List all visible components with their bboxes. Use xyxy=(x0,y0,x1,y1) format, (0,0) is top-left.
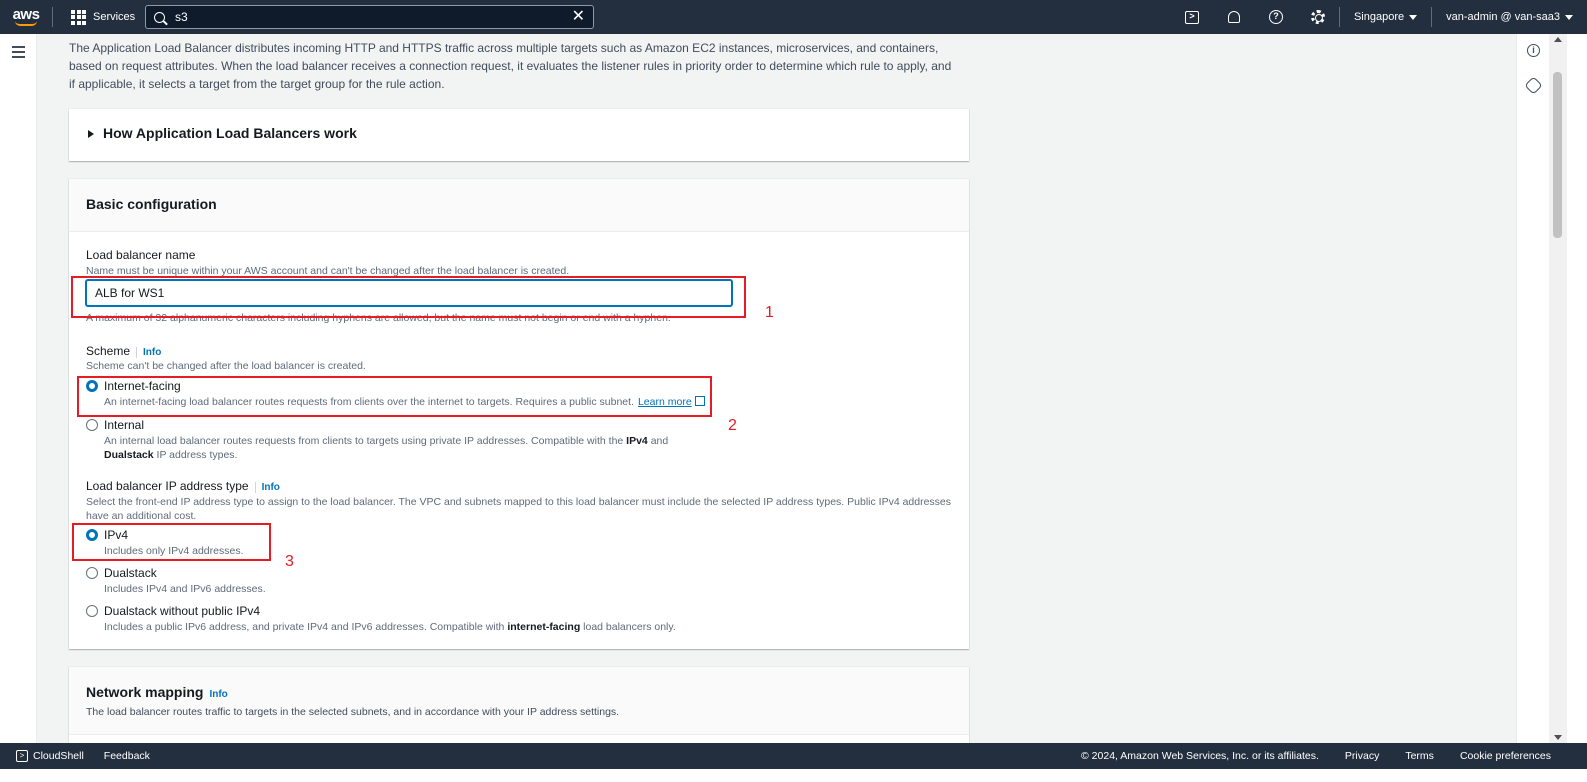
account-menu[interactable]: van-admin @ van-saa3 xyxy=(1432,0,1587,34)
internal-desc-2: and xyxy=(647,435,669,447)
left-rail xyxy=(0,34,37,743)
lb-name-label: Load balancer name xyxy=(86,248,196,262)
feedback-link[interactable]: Feedback xyxy=(84,750,150,762)
internal-label: Internal xyxy=(104,418,145,432)
help-icon: ? xyxy=(1268,10,1283,24)
cloudshell-label: CloudShell xyxy=(33,750,84,762)
account-label: van-admin @ van-saa3 xyxy=(1446,11,1560,23)
settings-button[interactable] xyxy=(1297,0,1339,34)
dualstack-no-ipv4-desc-1: Includes a public IPv6 address, and priv… xyxy=(104,621,508,633)
region-selector[interactable]: Singapore xyxy=(1340,0,1431,34)
search-input[interactable]: s3 ✕ xyxy=(145,5,594,29)
network-mapping-info-link[interactable]: Info xyxy=(209,689,227,700)
caret-down-icon xyxy=(1409,14,1418,20)
annotation-number-1: 1 xyxy=(765,304,774,321)
internal-desc-1: An internal load balancer routes request… xyxy=(104,435,627,447)
scroll-down-icon[interactable] xyxy=(1554,735,1562,740)
radio-unselected[interactable] xyxy=(86,567,98,579)
info-panel-icon[interactable]: i xyxy=(1527,44,1540,57)
annotation-number-2: 2 xyxy=(728,417,737,434)
dualstack-no-ipv4-label: Dualstack without public IPv4 xyxy=(104,604,261,618)
services-menu-button[interactable]: Services xyxy=(53,9,147,25)
network-mapping-description: The load balancer routes traffic to targ… xyxy=(86,706,620,718)
footer-links: © 2024, Amazon Web Services, Inc. or its… xyxy=(1081,743,1551,769)
network-mapping-panel: Network mapping Info The load balancer ro… xyxy=(69,667,969,743)
dualstack-no-ipv4-desc-2: load balancers only. xyxy=(580,621,676,633)
scheme-label: Scheme Info xyxy=(86,344,162,358)
intro-text: The Application Load Balancer distribute… xyxy=(69,41,952,91)
how-alb-works-expandable[interactable]: How Application Load Balancers work xyxy=(69,109,969,161)
internal-desc-dualstack: Dualstack xyxy=(104,449,154,461)
basic-configuration-title: Basic configuration xyxy=(69,179,969,232)
radio-unselected[interactable] xyxy=(86,419,98,431)
cookie-preferences-link[interactable]: Cookie preferences xyxy=(1460,750,1551,762)
search-value[interactable]: s3 xyxy=(175,10,572,24)
notifications-icon xyxy=(1227,11,1240,23)
page-scrollbar[interactable] xyxy=(1549,34,1567,743)
notifications-button[interactable] xyxy=(1213,0,1255,34)
scheme-description: Scheme can't be changed after the load b… xyxy=(86,360,366,372)
internal-description: An internal load balancer routes request… xyxy=(104,434,719,462)
ip-type-label: Load balancer IP address type Info xyxy=(86,479,280,493)
annotation-number-3: 3 xyxy=(285,553,294,570)
grid-icon xyxy=(71,9,86,25)
nav-right: > ? Singapore van-admin @ van-saa3 xyxy=(1171,0,1587,34)
how-alb-works-title: How Application Load Balancers work xyxy=(103,125,357,141)
network-mapping-title-text: Network mapping xyxy=(86,684,204,700)
top-navigation: aws Services s3 ✕ > ? Singapore van-admi… xyxy=(0,0,1587,34)
right-rail: i xyxy=(1516,34,1549,743)
cloudshell-nav-button[interactable]: > xyxy=(1171,0,1213,34)
aws-logo[interactable]: aws xyxy=(0,0,52,34)
ip-type-description: Select the front-end IP address type to … xyxy=(86,496,952,522)
bottom-strip xyxy=(0,769,1587,782)
ip-type-label-text: Load balancer IP address type xyxy=(86,479,249,493)
clear-search-icon[interactable]: ✕ xyxy=(572,9,585,25)
menu-icon[interactable] xyxy=(12,46,25,61)
footer: > CloudShell Feedback © 2024, Amazon Web… xyxy=(0,743,1587,769)
dualstack-label: Dualstack xyxy=(104,566,157,580)
resources-icon[interactable] xyxy=(1524,76,1543,95)
cloudshell-icon: > xyxy=(1184,10,1199,24)
annotation-box-3 xyxy=(72,523,271,561)
scroll-up-icon[interactable] xyxy=(1554,37,1562,42)
aws-smile-icon xyxy=(15,21,37,26)
copyright-text: © 2024, Amazon Web Services, Inc. or its… xyxy=(1081,750,1319,762)
ip-type-info-link[interactable]: Info xyxy=(254,482,280,493)
scheme-info-link[interactable]: Info xyxy=(136,347,162,358)
internal-desc-ipv4: IPv4 xyxy=(626,435,648,447)
settings-icon xyxy=(1310,10,1325,24)
region-label: Singapore xyxy=(1353,11,1405,23)
services-label: Services xyxy=(93,11,136,23)
help-button[interactable]: ? xyxy=(1255,0,1297,34)
dualstack-no-ipv4-desc-bold: internet-facing xyxy=(507,621,581,633)
privacy-link[interactable]: Privacy xyxy=(1345,750,1379,762)
caret-right-icon xyxy=(88,130,94,138)
dualstack-description: Includes IPv4 and IPv6 addresses. xyxy=(104,583,266,595)
search-icon xyxy=(154,11,165,23)
network-mapping-title: Network mapping Info xyxy=(86,684,228,700)
scrollbar-thumb[interactable] xyxy=(1553,72,1562,238)
cloudshell-button[interactable]: > CloudShell xyxy=(0,750,84,762)
radio-unselected[interactable] xyxy=(86,605,98,617)
scheme-label-text: Scheme xyxy=(86,344,131,358)
annotation-box-1 xyxy=(71,276,746,318)
dualstack-no-ipv4-description: Includes a public IPv6 address, and priv… xyxy=(104,620,676,634)
terms-link[interactable]: Terms xyxy=(1405,750,1434,762)
cloudshell-icon: > xyxy=(16,750,28,762)
internal-desc-3: IP address types. xyxy=(153,449,238,461)
network-mapping-header: Network mapping Info The load balancer ro… xyxy=(69,667,969,735)
annotation-box-2 xyxy=(77,376,712,417)
caret-down-icon xyxy=(1565,14,1573,20)
